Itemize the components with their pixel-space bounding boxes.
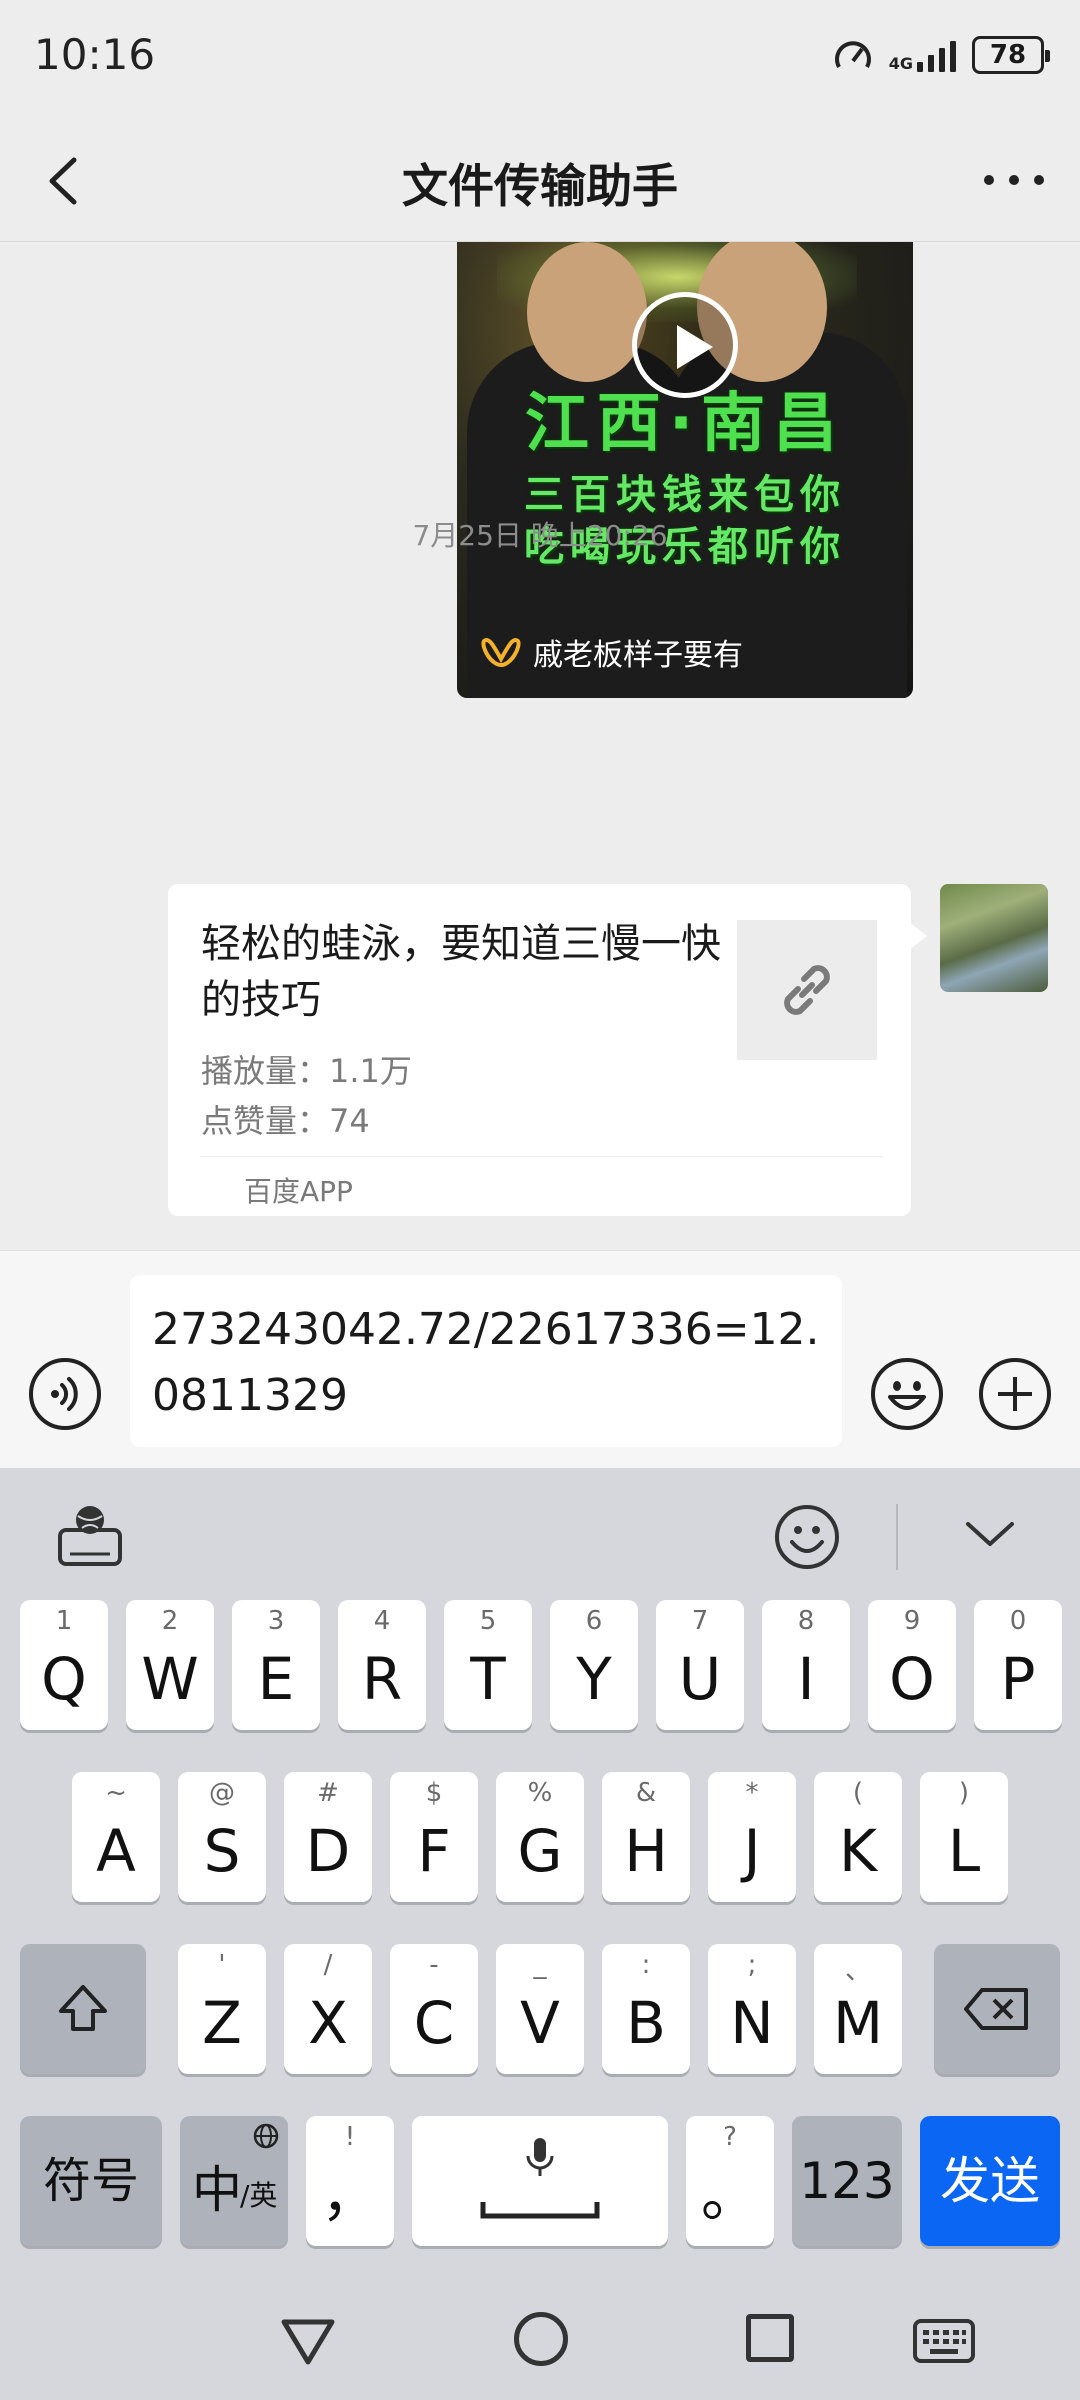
message-input[interactable]: 273243042.72/22617336=12.0811329 xyxy=(130,1275,842,1447)
status-icons: 4G 78 xyxy=(833,36,1050,74)
space-bar-icon xyxy=(480,2202,600,2219)
key-x[interactable]: / X xyxy=(284,1944,372,2074)
video-caption-line: 三百块钱来包你 xyxy=(524,472,846,518)
battery-icon: 78 xyxy=(972,36,1050,74)
chevron-down-icon[interactable] xyxy=(960,1514,1020,1554)
link-source: 百度APP xyxy=(244,1175,353,1208)
nav-home-icon[interactable] xyxy=(514,2312,568,2366)
key-o[interactable]: 9O xyxy=(868,1600,956,1730)
more-options-icon[interactable] xyxy=(984,160,1044,200)
link-divider xyxy=(201,1156,883,1157)
space-key[interactable] xyxy=(412,2116,668,2246)
network-type: 4G xyxy=(888,54,913,73)
link-likes: 点赞量：74 xyxy=(201,1102,370,1140)
key-g[interactable]: % G xyxy=(496,1772,584,1902)
nav-keyboard-icon[interactable] xyxy=(912,2318,976,2364)
keyboard: 1Q 2W 3E 4R 5T 6Y 7U 8I 9O 0P ~ A @ S # D $… xyxy=(0,1468,1080,2280)
channels-icon xyxy=(481,638,521,668)
key-r[interactable]: 4R xyxy=(338,1600,426,1730)
battery-level: 78 xyxy=(989,40,1027,70)
key-j[interactable]: * J xyxy=(708,1772,796,1902)
globe-icon xyxy=(253,2123,279,2149)
speedometer-icon xyxy=(834,41,871,68)
language-sub: /英 xyxy=(240,2179,278,2212)
send-key[interactable]: 发送 xyxy=(920,2116,1060,2246)
play-icon[interactable] xyxy=(632,292,738,398)
key-y[interactable]: 6Y xyxy=(550,1600,638,1730)
status-bar: 10:16 4G 78 xyxy=(0,0,1080,120)
key-f[interactable]: $ F xyxy=(390,1772,478,1902)
key-n[interactable]: ; N xyxy=(708,1944,796,2074)
message-list[interactable]: 江西·南昌 三百块钱来包你 吃喝玩乐都听你 戚老板样子要有 7月25日 晚上20… xyxy=(0,242,1080,1250)
key-v[interactable]: _ V xyxy=(496,1944,584,2074)
numbers-key[interactable]: 123 xyxy=(792,2116,902,2246)
voice-input-icon[interactable] xyxy=(28,1357,102,1431)
keyboard-emoji-icon[interactable] xyxy=(774,1504,840,1570)
key-p[interactable]: 0P xyxy=(974,1600,1062,1730)
emoji-icon[interactable] xyxy=(870,1357,944,1431)
link-views: 播放量：1.1万 xyxy=(201,1052,412,1090)
message-timestamp: 7月25日 晚上20:26 xyxy=(412,519,668,552)
key-z[interactable]: ' Z xyxy=(178,1944,266,2074)
link-title: 轻松的蛙泳，要知道三慢一快的技巧 xyxy=(201,921,721,1023)
backspace-icon xyxy=(964,1988,1028,2030)
key-h[interactable]: & H xyxy=(602,1772,690,1902)
link-message[interactable]: 轻松的蛙泳，要知道三慢一快的技巧 播放量：1.1万 点赞量：74 百度APP xyxy=(168,884,927,1216)
key-u[interactable]: 7U xyxy=(656,1600,744,1730)
video-face xyxy=(527,242,647,382)
key-i[interactable]: 8I xyxy=(762,1600,850,1730)
key-s[interactable]: @ S xyxy=(178,1772,266,1902)
video-author-name: 戚老板样子要有 xyxy=(533,638,743,673)
nav-back-icon[interactable] xyxy=(280,2316,336,2366)
system-nav-bar xyxy=(0,2280,1080,2400)
key-k[interactable]: (K xyxy=(814,1772,902,1902)
keyboard-toolbar xyxy=(0,1468,1080,1588)
network-indicator: 4G xyxy=(889,38,956,72)
video-author: 戚老板样子要有 xyxy=(481,630,743,674)
plus-icon[interactable] xyxy=(978,1357,1052,1431)
key-l[interactable]: ) L xyxy=(920,1772,1008,1902)
nav-recents-icon[interactable] xyxy=(746,2314,794,2362)
language-switch-key[interactable]: 中 /英 xyxy=(180,2116,288,2246)
key-t[interactable]: 5T xyxy=(444,1600,532,1730)
status-time: 10:16 xyxy=(34,30,156,79)
key-m[interactable]: 、 M xyxy=(814,1944,902,2074)
language-main: 中 xyxy=(192,2161,242,2219)
comma-key[interactable]: !， xyxy=(306,2116,394,2246)
keyboard-settings-icon[interactable] xyxy=(56,1502,126,1568)
key-d[interactable]: # D xyxy=(284,1772,372,1902)
symbols-key[interactable]: 符号 xyxy=(20,2116,162,2246)
link-icon xyxy=(784,965,830,1015)
microphone-icon xyxy=(526,2138,554,2176)
signal-icon xyxy=(917,38,956,72)
period-key[interactable]: ?。 xyxy=(686,2116,774,2246)
key-w[interactable]: 2W xyxy=(126,1600,214,1730)
shift-icon xyxy=(59,1985,107,2031)
avatar[interactable] xyxy=(940,884,1048,992)
toolbar-divider xyxy=(896,1504,898,1570)
key-a[interactable]: ~ A xyxy=(72,1772,160,1902)
key-c[interactable]: -C xyxy=(390,1944,478,2074)
video-message[interactable]: 江西·南昌 三百块钱来包你 吃喝玩乐都听你 戚老板样子要有 xyxy=(457,242,913,698)
key-e[interactable]: 3E xyxy=(232,1600,320,1730)
link-thumbnail xyxy=(737,920,877,1060)
key-b[interactable]: :B xyxy=(602,1944,690,2074)
chat-header: 文件传输助手 xyxy=(0,120,1080,242)
input-bar: 273243042.72/22617336=12.0811329 xyxy=(0,1250,1080,1468)
chat-title: 文件传输助手 xyxy=(402,159,678,213)
key-q[interactable]: 1Q xyxy=(20,1600,108,1730)
shift-key[interactable] xyxy=(20,1944,146,2074)
backspace-key[interactable] xyxy=(934,1944,1060,2074)
